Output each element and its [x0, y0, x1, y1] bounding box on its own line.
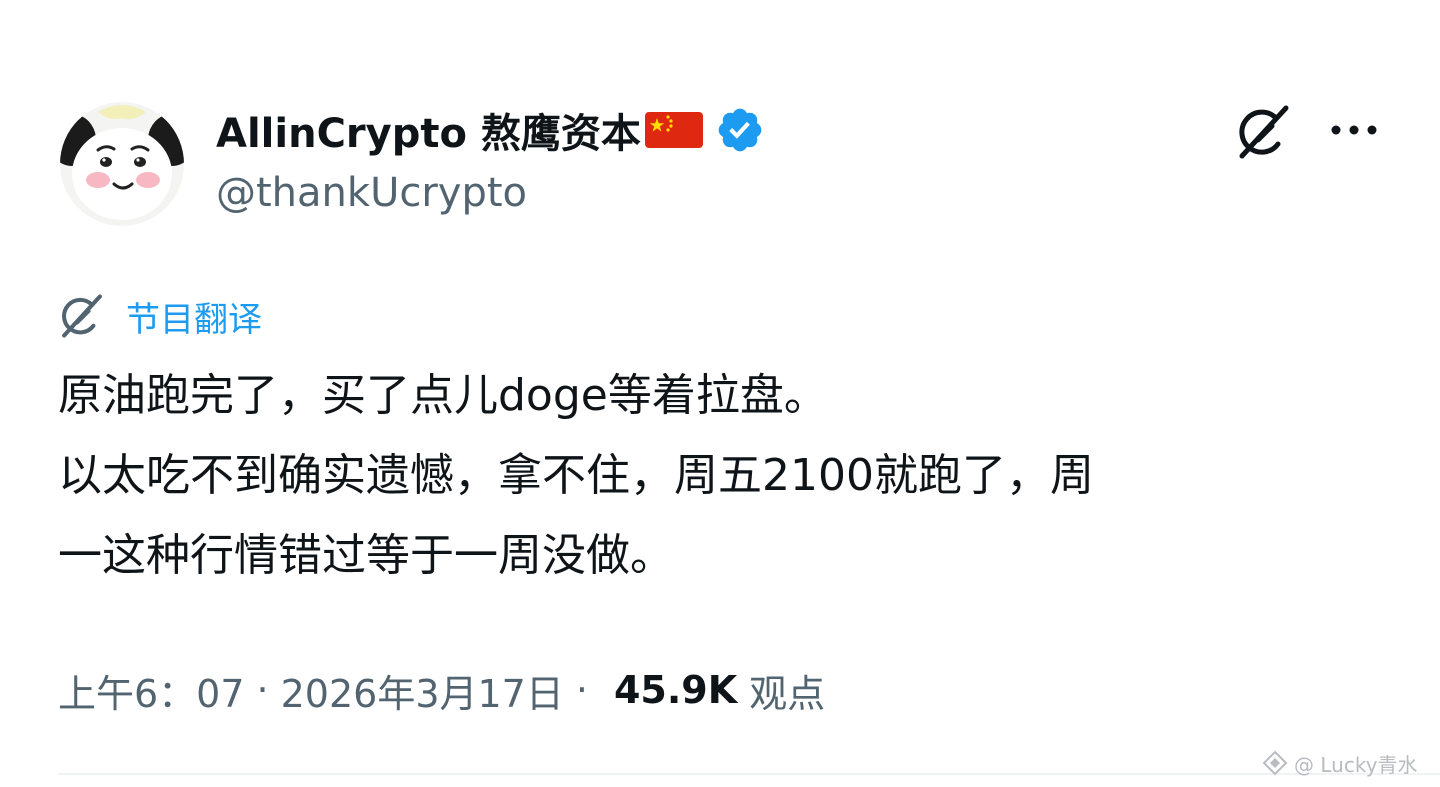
author-display-name[interactable]: AllinCrypto 熬鹰资本: [216, 101, 641, 159]
author-avatar[interactable]: [58, 100, 186, 228]
tweet-text-line: 一这种行情错过等于一周没做。: [58, 530, 674, 581]
post-time[interactable]: 上午6：07: [58, 663, 245, 718]
watermark: @ Lucky青水: [1262, 748, 1418, 778]
panda-avatar-icon: [60, 102, 184, 226]
watermark-text: @ Lucky青水: [1294, 752, 1418, 777]
grok-icon: [56, 290, 108, 342]
meta-separator: ·: [575, 668, 588, 712]
tweet-text: 原油跑完了，买了点儿doge等着拉盘。 以太吃不到确实遗憾，拿不住，周五2100…: [58, 356, 1388, 596]
views-count[interactable]: 45.9K: [614, 668, 737, 712]
views-label: 观点: [749, 671, 826, 716]
post-date[interactable]: 2026年3月17日: [281, 663, 564, 718]
tweet-text-line: 以太吃不到确实遗憾，拿不住，周五2100就跑了，周: [58, 450, 1094, 501]
meta-separator: ·: [256, 668, 269, 712]
grok-icon[interactable]: [1232, 100, 1296, 164]
china-flag-icon: [644, 110, 703, 150]
author-display-name-row[interactable]: AllinCrypto 熬鹰资本: [216, 98, 765, 162]
translate-post-button[interactable]: 节目翻译: [56, 288, 262, 344]
author-handle[interactable]: @thankUcrypto: [216, 170, 527, 216]
tweet-meta: 上午6：07 · 2026年3月17日 · 45.9K 观点: [58, 660, 825, 720]
verified-badge-icon: [715, 105, 765, 155]
more-options-icon[interactable]: [1326, 112, 1382, 148]
divider: [58, 773, 1440, 775]
tweet-text-line: 原油跑完了，买了点儿doge等着拉盘。: [58, 370, 828, 421]
translate-label[interactable]: 节目翻译: [126, 292, 262, 341]
watermark-logo-icon: [1262, 750, 1288, 776]
